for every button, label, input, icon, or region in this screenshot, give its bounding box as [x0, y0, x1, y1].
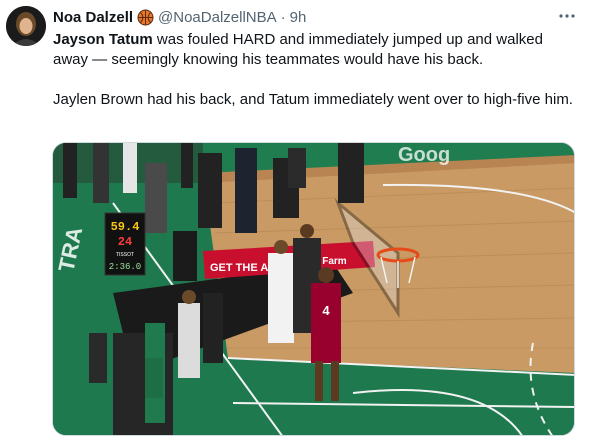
- clock-bottom: 2:36.0: [109, 262, 141, 272]
- court-text-top: Goog: [398, 144, 450, 166]
- tweet-card[interactable]: Noa Dalzell @NoaDalzellNBA · 9h Jayson T…: [0, 0, 611, 441]
- shot-clock: 59.4 24 TISSOT 2:36.0: [104, 212, 146, 276]
- tweet-text: Jayson Tatum was fouled HARD and immedia…: [53, 30, 573, 110]
- avatar[interactable]: [6, 6, 46, 46]
- tweet-paragraph-2: Jaylen Brown had his back, and Tatum imm…: [53, 91, 573, 108]
- tweet-media-image[interactable]: TRA Goog 59.4 24 TISSOT 2:36.0 GET THE A…: [52, 142, 575, 436]
- mention-jayson-tatum: Jayson Tatum: [53, 31, 153, 48]
- tweet-header: Noa Dalzell @NoaDalzellNBA · 9h: [53, 7, 306, 27]
- more-options-icon[interactable]: [557, 8, 577, 24]
- separator-dot: ·: [280, 8, 286, 26]
- basketball-icon: [137, 9, 154, 26]
- shot-clock-top: 59.4: [111, 220, 140, 234]
- player-number: 4: [322, 303, 330, 318]
- clock-brand: TISSOT: [116, 252, 134, 258]
- tweet-paragraph-1: Jayson Tatum was fouled HARD and immedia…: [53, 30, 573, 70]
- display-name[interactable]: Noa Dalzell: [53, 9, 133, 26]
- timestamp[interactable]: 9h: [290, 9, 307, 26]
- shot-clock-bottom: 24: [118, 235, 132, 249]
- user-handle[interactable]: @NoaDalzellNBA: [158, 9, 277, 26]
